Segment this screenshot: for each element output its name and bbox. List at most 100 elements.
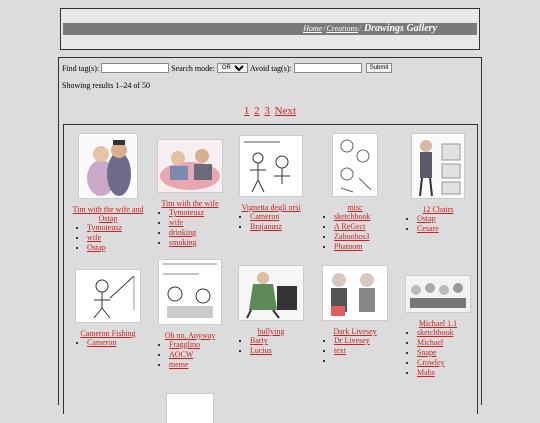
tag-item: Tymoteusz xyxy=(169,208,231,218)
page-link-3[interactable]: 3 xyxy=(264,105,270,117)
drawing-icon xyxy=(158,140,222,192)
tag-item: text xyxy=(334,346,396,356)
gallery-thumbnail[interactable] xyxy=(322,265,388,321)
drawing-icon xyxy=(406,276,470,312)
breadcrumb-creations[interactable]: Creations xyxy=(326,24,357,33)
tag-link[interactable]: wife xyxy=(169,218,183,227)
tag-item: drinking xyxy=(169,228,231,238)
tag-item: Dr Livesey xyxy=(334,336,396,346)
gallery-grid: Tim with the wife and Ostap Tymoteusz wi… xyxy=(63,124,479,423)
pagination: 1 2 3 Next xyxy=(59,105,481,117)
tag-link[interactable]: Fragglino xyxy=(169,340,200,349)
gallery-item xyxy=(149,393,231,423)
gallery-item: bullying Barty Lucius xyxy=(230,265,312,356)
find-tags-input[interactable] xyxy=(101,63,170,73)
tag-link[interactable]: Phatnom xyxy=(334,242,362,251)
search-mode-select[interactable]: OR xyxy=(216,63,248,73)
tag-item: Ostap xyxy=(417,214,479,224)
page-link-1[interactable]: 1 xyxy=(244,105,250,117)
gallery-thumbnail[interactable] xyxy=(75,269,141,323)
tag-link[interactable]: Snape xyxy=(417,348,437,357)
gallery-thumbnail[interactable] xyxy=(166,393,214,423)
avoid-tags-input[interactable] xyxy=(293,63,362,73)
gallery-thumbnail[interactable] xyxy=(78,133,138,199)
gallery-thumbnail[interactable] xyxy=(332,133,378,197)
gallery-item-title[interactable]: Oh no, Anyway xyxy=(165,331,215,340)
gallery-item-title[interactable]: Dark Livesey xyxy=(333,327,376,336)
tag-link[interactable]: Tymoteusz xyxy=(169,208,204,217)
tag-item: wife xyxy=(169,218,231,228)
gallery-item-title[interactable]: Vignetta degli orsi xyxy=(241,203,300,212)
tag-link[interactable]: meme xyxy=(169,360,189,369)
tag-link[interactable]: Ostap xyxy=(417,214,436,223)
tag-item: Lucius xyxy=(250,346,312,356)
tag-link[interactable]: Michael xyxy=(417,338,443,347)
gallery-item: Cameron Fishing Cameron xyxy=(67,265,149,348)
gallery-item-title[interactable]: bullying xyxy=(258,327,285,336)
gallery-thumbnail[interactable] xyxy=(238,265,304,321)
tag-link[interactable]: Dr Livesey xyxy=(334,336,370,345)
tag-item: wife xyxy=(87,233,149,243)
drawing-icon xyxy=(159,260,221,324)
page-title: Drawings Gallery xyxy=(363,23,437,34)
search-mode-label: Search mode: xyxy=(171,63,215,73)
tag-link[interactable]: Barty xyxy=(250,336,268,345)
tag-link[interactable]: smoking xyxy=(169,238,197,247)
tag-link[interactable]: Mabs xyxy=(417,368,435,377)
tag-link[interactable]: AOCW xyxy=(169,350,193,359)
avoid-tags-label: Avoid tag(s): xyxy=(249,63,292,73)
drawing-icon xyxy=(76,270,140,322)
tag-item: Ostap xyxy=(87,243,149,253)
gallery-thumbnail[interactable] xyxy=(158,259,222,325)
gallery-item-title[interactable]: Tim with the wife xyxy=(161,199,218,208)
tag-link[interactable]: Ostap xyxy=(87,243,106,252)
gallery-item: Dark Livesey Dr Livesey text xyxy=(314,265,396,366)
tag-link[interactable]: Zaboobos3 xyxy=(334,232,370,241)
breadcrumb-home[interactable]: Home xyxy=(303,24,322,33)
results-count: Showing results 1–24 of 50 xyxy=(62,81,150,90)
gallery-item-title[interactable]: misc xyxy=(347,203,362,212)
gallery-item-title[interactable]: Cameron Fishing xyxy=(80,329,135,338)
tag-link[interactable]: sketchbook xyxy=(417,328,453,337)
tag-item: Zaboobos3 xyxy=(334,232,396,242)
tag-link[interactable]: text xyxy=(334,346,346,355)
tag-link[interactable]: drinking xyxy=(169,228,196,237)
gallery-item-title[interactable]: 12 Chairs xyxy=(423,205,454,214)
tag-link[interactable]: Brajanusz xyxy=(250,222,282,231)
tag-item: Michael xyxy=(417,338,479,348)
gallery-thumbnail[interactable] xyxy=(405,275,471,313)
tag-link[interactable]: Lucius xyxy=(250,346,272,355)
drawing-icon xyxy=(323,266,387,320)
tag-link[interactable]: Crowley xyxy=(417,358,445,367)
tag-link[interactable]: Cameron xyxy=(87,338,116,347)
gallery-item: Oh no, Anyway Fragglino AOCW meme xyxy=(149,259,231,370)
gallery-item: Michael 1.1 sketchbook Michael Snape Cro… xyxy=(397,265,479,378)
gallery-thumbnail[interactable] xyxy=(411,133,465,199)
tag-item: Tymoteusz xyxy=(87,223,149,233)
gallery-item: 12 Chairs Ostap Cesare xyxy=(397,133,479,234)
gallery-item-title[interactable]: Michael 1.1 xyxy=(419,319,457,328)
gallery-thumbnail[interactable] xyxy=(239,135,303,197)
tag-link[interactable]: Cesare xyxy=(417,224,439,233)
gallery-item-title[interactable]: Tim with the wife and Ostap xyxy=(73,205,144,223)
submit-button[interactable]: Submit xyxy=(365,63,393,73)
tag-link[interactable]: sketchbook xyxy=(334,212,370,221)
header-bar: Home/Creations/ Drawings Gallery xyxy=(63,23,477,35)
tag-link[interactable]: A ReGect xyxy=(334,222,365,231)
next-page-link[interactable]: Next xyxy=(275,105,296,117)
tag-item: Crowley xyxy=(417,358,479,368)
tag-item: AOCW xyxy=(169,350,231,360)
drawing-icon xyxy=(333,134,377,196)
drawing-icon xyxy=(239,266,303,320)
tag-item: Cesare xyxy=(417,224,479,234)
tag-item xyxy=(334,356,396,366)
find-tags-label: Find tag(s): xyxy=(62,63,100,73)
tag-item: meme xyxy=(169,360,231,370)
drawing-icon xyxy=(240,136,302,196)
tag-link[interactable]: Tymoteusz xyxy=(87,223,122,232)
page-link-2[interactable]: 2 xyxy=(254,105,260,117)
tag-link[interactable]: Cameron xyxy=(250,212,279,221)
tag-link[interactable]: wife xyxy=(87,233,101,242)
gallery-thumbnail[interactable] xyxy=(157,139,223,193)
tag-item: Fragglino xyxy=(169,340,231,350)
